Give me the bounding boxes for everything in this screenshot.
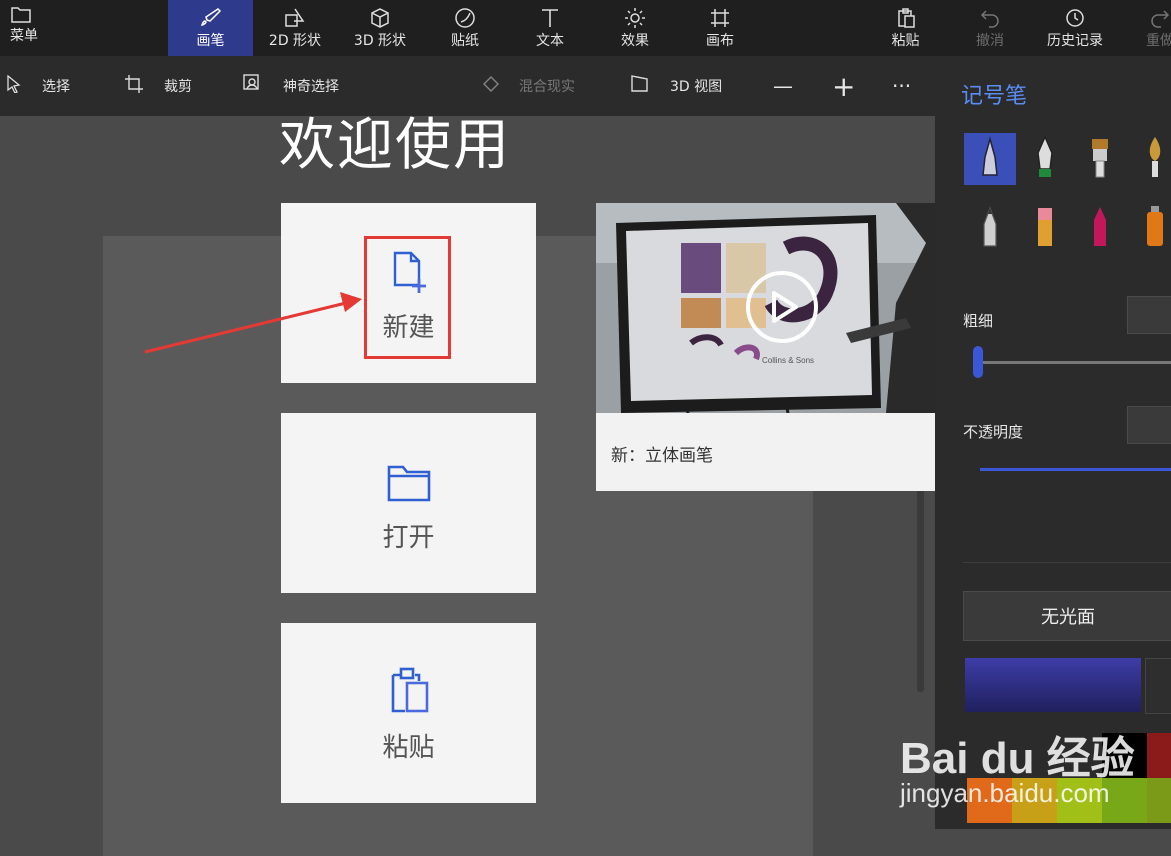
redo-icon — [1148, 5, 1171, 31]
canvas-icon — [708, 5, 732, 31]
tab-effects-label: 效果 — [621, 33, 649, 49]
paste-label: 粘贴 — [891, 33, 920, 49]
brush-pencil[interactable] — [964, 202, 1016, 254]
welcome-title: 欢迎使用 — [279, 113, 511, 178]
brush-spray[interactable] — [1129, 202, 1171, 254]
tab-stickers-label: 贴纸 — [451, 33, 479, 49]
brush-eraser[interactable] — [1019, 202, 1071, 254]
thickness-label: 粗细 — [963, 312, 994, 330]
marker-icon — [975, 135, 1005, 183]
crop-icon — [124, 74, 144, 98]
highlight-box — [364, 236, 451, 359]
shapes-2d-icon — [283, 5, 307, 31]
magic-select-icon — [243, 74, 263, 98]
eraser-icon — [1030, 204, 1060, 252]
open-label: 打开 — [382, 522, 435, 553]
sticker-icon — [453, 5, 477, 31]
thickness-slider-thumb[interactable] — [973, 346, 983, 378]
paste-tile-label: 粘贴 — [382, 732, 435, 763]
undo-label: 撤消 — [976, 33, 1004, 49]
brush-oil[interactable] — [1074, 133, 1126, 185]
baidu-watermark: Bai du 经验 jingyan.baidu.com — [880, 700, 1171, 829]
history-button[interactable]: 历史记录 — [1035, 0, 1115, 56]
video-card[interactable]: Collins & Sons 新：立体画笔 — [596, 203, 964, 491]
tab-brushes[interactable]: 画笔 — [168, 0, 253, 56]
brush-marker[interactable] — [964, 133, 1016, 185]
more-button[interactable]: ··· — [892, 56, 911, 116]
opacity-input[interactable] — [1127, 406, 1171, 444]
finish-dropdown[interactable]: 无光面 — [963, 591, 1171, 641]
view-3d-tool[interactable]: 3D 视图 — [630, 56, 722, 116]
undo-icon — [978, 5, 1002, 31]
pointer-icon — [6, 74, 22, 97]
tab-3d-shapes-label: 3D 形状 — [353, 33, 407, 49]
history-label: 历史记录 — [1047, 33, 1103, 49]
tab-canvas[interactable]: 画布 — [680, 0, 760, 56]
view-3d-icon — [630, 74, 650, 98]
magic-select-label: 神奇选择 — [283, 79, 339, 95]
menu-label: 菜单 — [10, 28, 38, 44]
tab-2d-shapes-label: 2D 形状 — [268, 33, 322, 49]
opacity-label: 不透明度 — [963, 423, 1024, 441]
finish-label: 无光面 — [1041, 607, 1095, 628]
video-thumbnail[interactable]: Collins & Sons — [596, 203, 964, 413]
top-toolbar: 菜单 画笔 2D 形状 3D 形状 贴纸 文本 效果 画布 粘贴 撤消 历史记录… — [0, 0, 1171, 56]
more-label: ··· — [892, 74, 912, 98]
view-3d-label: 3D 视图 — [670, 79, 723, 95]
watermark-url: jingyan.baidu.com — [900, 778, 1110, 808]
select-label: 选择 — [42, 79, 70, 95]
cube-icon — [368, 5, 392, 31]
watermark-logo: Bai du 经验 — [900, 734, 1135, 783]
crop-label: 裁剪 — [164, 79, 192, 95]
play-icon[interactable] — [746, 271, 818, 343]
open-tile[interactable]: 打开 — [281, 413, 536, 593]
crop-tool[interactable]: 裁剪 — [124, 56, 192, 116]
tab-effects[interactable]: 效果 — [595, 0, 675, 56]
brush-icon — [199, 5, 223, 31]
tab-canvas-label: 画布 — [706, 33, 734, 49]
tab-stickers[interactable]: 贴纸 — [425, 0, 505, 56]
redo-button[interactable]: 重做 — [1130, 0, 1171, 56]
zoom-in-button[interactable]: + — [832, 56, 855, 116]
mixed-reality-label: 混合现实 — [519, 79, 575, 95]
divider — [963, 562, 1171, 563]
oil-brush-icon — [1085, 135, 1115, 183]
redo-label: 重做 — [1146, 33, 1171, 49]
brush-crayon[interactable] — [1074, 202, 1126, 254]
undo-button[interactable]: 撤消 — [955, 0, 1025, 56]
panel-title: 记号笔 — [961, 84, 1028, 109]
spray-can-icon — [1140, 204, 1170, 252]
tab-text[interactable]: 文本 — [510, 0, 590, 56]
zoom-in-label: + — [832, 69, 856, 103]
menu-button[interactable]: 菜单 — [0, 0, 65, 56]
sun-icon — [623, 5, 647, 31]
opacity-slider[interactable] — [980, 468, 1171, 471]
video-caption: 新：立体画笔 — [611, 446, 713, 466]
text-icon — [538, 5, 562, 31]
clipboard-paste-icon — [387, 663, 431, 715]
tab-text-label: 文本 — [536, 33, 564, 49]
thumb-text: Collins & Sons — [762, 356, 814, 365]
watercolor-icon — [1140, 135, 1170, 183]
calligraphy-pen-icon — [1030, 135, 1060, 183]
folder-open-icon — [385, 453, 433, 505]
zoom-out-label: — — [773, 74, 793, 98]
crayon-icon — [1085, 204, 1115, 252]
paste-tile[interactable]: 粘贴 — [281, 623, 536, 803]
paste-icon — [894, 5, 918, 31]
thickness-slider[interactable] — [980, 361, 1171, 364]
tab-2d-shapes[interactable]: 2D 形状 — [255, 0, 335, 56]
tab-brushes-label: 画笔 — [196, 33, 225, 49]
mixed-reality-icon — [481, 74, 501, 98]
folder-icon — [10, 2, 32, 28]
zoom-out-button[interactable]: — — [773, 56, 793, 116]
brush-calligraphy[interactable] — [1019, 133, 1071, 185]
brush-watercolor[interactable] — [1129, 133, 1171, 185]
thickness-input[interactable] — [1127, 296, 1171, 334]
tab-3d-shapes[interactable]: 3D 形状 — [340, 0, 420, 56]
history-icon — [1063, 5, 1087, 31]
paste-button[interactable]: 粘贴 — [868, 0, 943, 56]
pencil-icon — [975, 204, 1005, 252]
select-tool[interactable]: 选择 — [6, 56, 70, 116]
